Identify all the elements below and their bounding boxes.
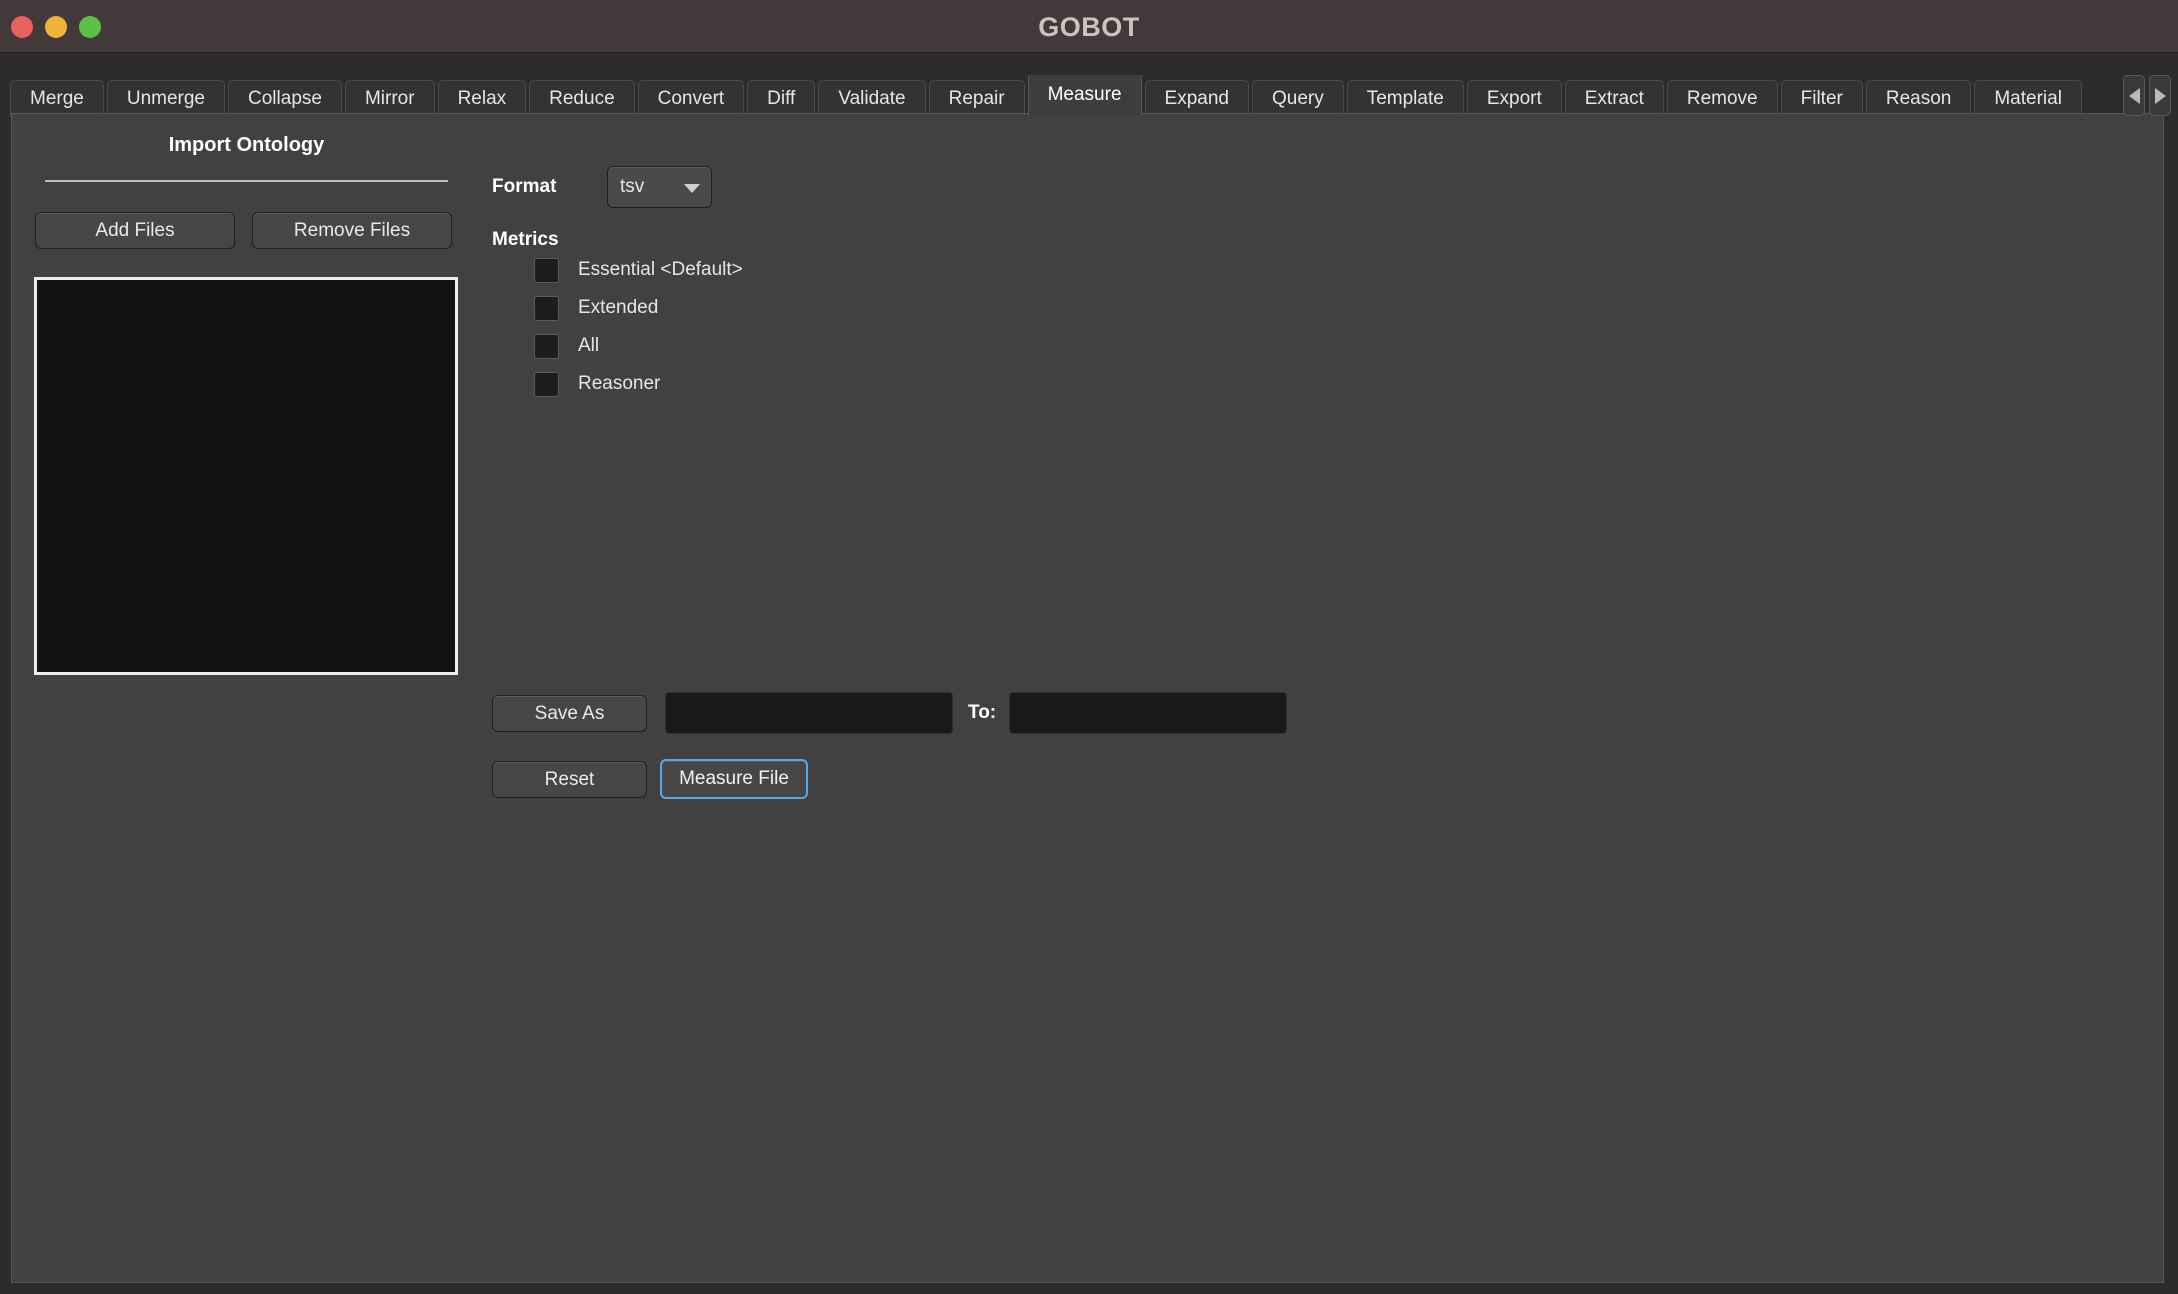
chevron-left-icon <box>2128 87 2140 104</box>
reset-button[interactable]: Reset <box>492 760 647 798</box>
window-title: GOBOT <box>1038 12 1140 42</box>
metrics-checkbox-group: Essential <Default> Extended All Reasoner <box>492 251 1892 403</box>
import-ontology-title: Import Ontology <box>168 134 325 156</box>
import-ontology-section: Import Ontology Add Files Remove Files <box>34 122 459 675</box>
tab-material[interactable]: Material <box>1974 80 2082 116</box>
metrics-label: Metrics <box>492 229 559 250</box>
tab-collapse[interactable]: Collapse <box>228 80 342 116</box>
format-select-value: tsv <box>620 176 645 197</box>
tab-mirror[interactable]: Mirror <box>344 80 435 116</box>
title-bar: GOBOT <box>0 0 2178 53</box>
checkbox-extended[interactable] <box>534 295 559 321</box>
metrics-option-row[interactable]: Reasoner <box>534 365 1892 403</box>
measure-options: Format tsv Metrics Essential <Default> Ex… <box>492 164 1892 403</box>
tab-remove[interactable]: Remove <box>1666 80 1778 116</box>
to-label: To: <box>968 702 997 723</box>
save-as-row: Save As To: <box>492 692 1288 734</box>
measure-tab-panel: Import Ontology Add Files Remove Files F… <box>11 113 2164 1283</box>
save-as-target-input[interactable] <box>1009 692 1288 734</box>
checkbox-all[interactable] <box>534 333 559 359</box>
metrics-option-label: Extended <box>578 297 659 318</box>
tab-merge[interactable]: Merge <box>10 80 104 116</box>
tab-extract[interactable]: Extract <box>1564 80 1664 116</box>
tab-export[interactable]: Export <box>1466 80 1562 116</box>
checkbox-reasoner[interactable] <box>534 371 559 397</box>
tab-reason[interactable]: Reason <box>1865 80 1972 116</box>
tab-scroll-left-button[interactable] <box>2123 75 2145 116</box>
tab-scroll-controls <box>2123 75 2171 116</box>
tab-template[interactable]: Template <box>1346 80 1464 116</box>
chevron-right-icon <box>2154 87 2166 104</box>
tab-scroll-right-button[interactable] <box>2149 75 2171 116</box>
metrics-option-row[interactable]: All <box>534 327 1892 365</box>
checkbox-essential-default[interactable] <box>534 257 559 283</box>
format-row: Format tsv <box>492 164 1892 210</box>
remove-files-button[interactable]: Remove Files <box>252 212 452 249</box>
metrics-option-label: Essential <Default> <box>578 259 743 280</box>
tab-validate[interactable]: Validate <box>818 80 926 116</box>
tab-relax[interactable]: Relax <box>437 80 527 116</box>
section-divider <box>45 180 448 182</box>
tab-expand[interactable]: Expand <box>1144 80 1249 116</box>
imported-files-list[interactable] <box>34 277 458 675</box>
tab-unmerge[interactable]: Unmerge <box>106 80 226 116</box>
metrics-option-label: Reasoner <box>578 373 661 394</box>
tab-convert[interactable]: Convert <box>637 80 745 116</box>
tab-measure[interactable]: Measure <box>1027 75 1142 116</box>
app-window: GOBOT Merge Unmerge Collapse Mirror Relax Red… <box>0 0 2178 1294</box>
save-as-button[interactable]: Save As <box>492 694 647 732</box>
metrics-option-label: All <box>578 335 600 356</box>
add-files-button[interactable]: Add Files <box>35 212 235 249</box>
tab-list: Merge Unmerge Collapse Mirror Relax Reduce Con… <box>10 75 2102 116</box>
save-as-path-input[interactable] <box>665 692 953 734</box>
import-buttons-row: Add Files Remove Files <box>34 212 459 249</box>
tab-repair[interactable]: Repair <box>928 80 1025 116</box>
metrics-option-row[interactable]: Essential <Default> <box>534 251 1892 289</box>
chevron-down-icon <box>684 184 700 193</box>
format-select[interactable]: tsv <box>607 166 712 208</box>
action-buttons-row: Reset Measure File <box>492 759 808 799</box>
tab-query[interactable]: Query <box>1251 80 1344 116</box>
format-label: Format <box>492 176 557 197</box>
measure-file-button[interactable]: Measure File <box>660 759 808 799</box>
tab-strip: Merge Unmerge Collapse Mirror Relax Reduce Con… <box>0 53 2178 116</box>
metrics-option-row[interactable]: Extended <box>534 289 1892 327</box>
tab-filter[interactable]: Filter <box>1780 80 1863 116</box>
tab-diff[interactable]: Diff <box>747 80 816 116</box>
tab-reduce[interactable]: Reduce <box>529 80 635 116</box>
